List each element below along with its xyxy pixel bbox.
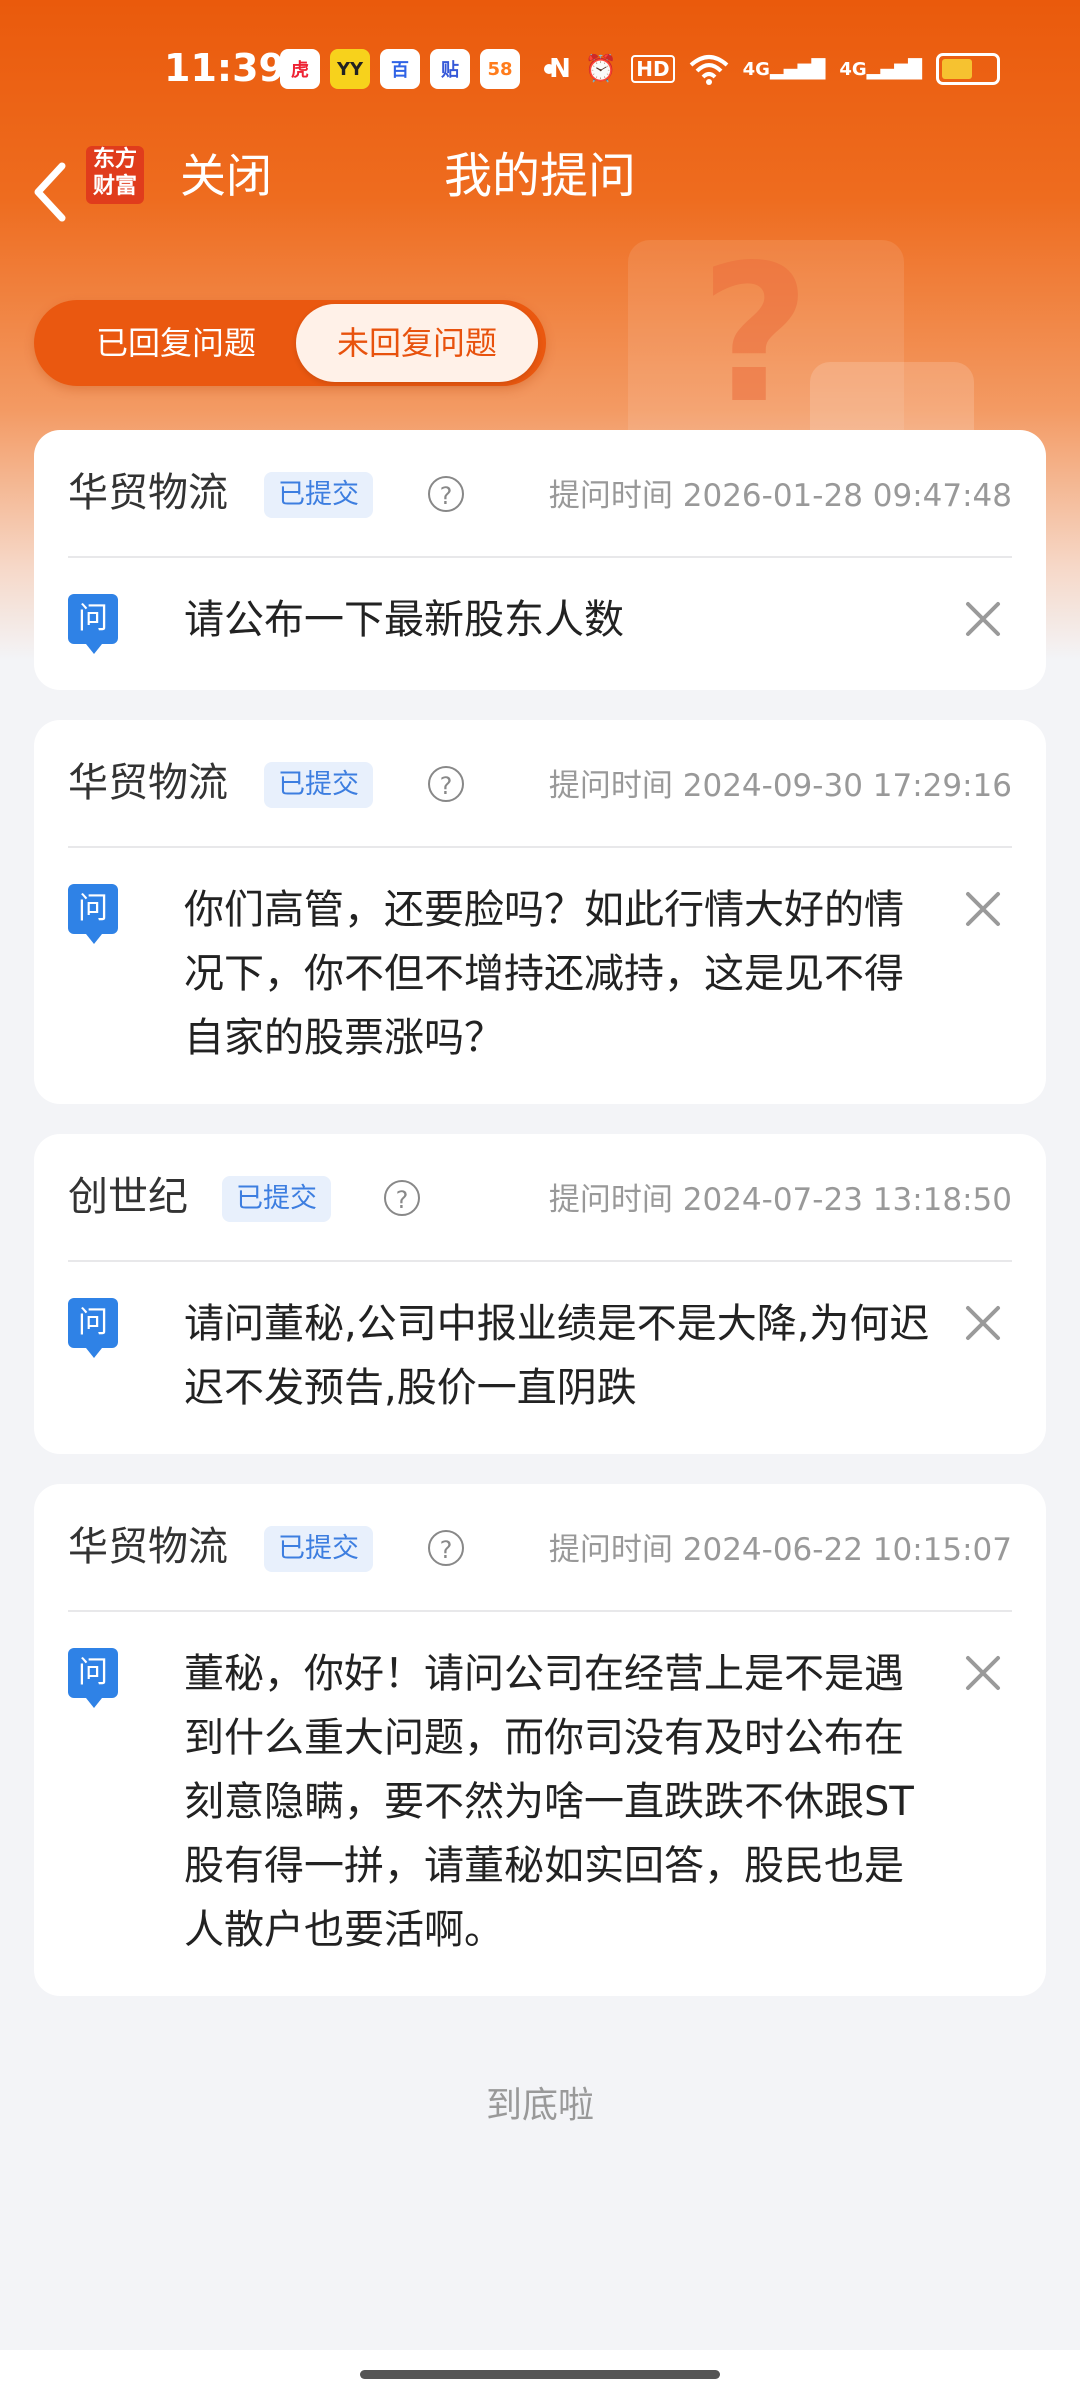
help-icon[interactable]: ? <box>428 476 464 512</box>
card-header: 华贸物流 已提交 ? 提问时间 2024-06-22 10:15:07 <box>68 1484 1012 1612</box>
home-indicator[interactable] <box>360 2370 720 2379</box>
wifi-icon <box>689 55 728 85</box>
delete-icon[interactable] <box>962 1652 1004 1694</box>
ask-time: 提问时间 2024-06-22 10:15:07 <box>548 1532 1012 1568</box>
card-body: 问 董秘，你好！请问公司在经营上是不是遇到什么重大问题，而你司没有及时公布在刻意… <box>34 1612 1046 1996</box>
yy-icon: YY <box>330 49 370 89</box>
question-text: 你们高管，还要脸吗？如此行情大好的情况下，你不但不增持还减持，这是见不得自家的股… <box>184 887 904 1061</box>
company-name: 创世纪 <box>68 1174 188 1220</box>
tieba-icon: 贴 <box>430 49 470 89</box>
notification-icons: 虎 YY 百 贴 58 <box>280 48 554 90</box>
battery-icon <box>936 53 1000 85</box>
page-title: 我的提问 <box>443 148 636 204</box>
question-list: 华贸物流 已提交 ? 提问时间 2026-01-28 09:47:48 问 请公… <box>34 430 1046 2026</box>
question-icon: 问 <box>68 1648 118 1708</box>
card-body: 问 请公布一下最新股东人数 <box>34 558 1046 690</box>
delete-icon[interactable] <box>962 1302 1004 1344</box>
question-decoration-mark: ? <box>700 224 811 445</box>
ask-time: 提问时间 2024-09-30 17:29:16 <box>548 768 1012 804</box>
company-name: 华贸物流 <box>68 470 228 516</box>
question-card[interactable]: 华贸物流 已提交 ? 提问时间 2024-06-22 10:15:07 问 董秘… <box>34 1484 1046 1996</box>
end-of-list-text: 到底啦 <box>485 2085 594 2126</box>
help-icon[interactable]: ? <box>384 1180 420 1216</box>
ask-time: 提问时间 2024-07-23 13:18:50 <box>548 1182 1012 1218</box>
help-icon[interactable]: ? <box>428 1530 464 1566</box>
status-badge: 已提交 <box>222 1176 331 1222</box>
status-time: 11:39 <box>164 46 285 90</box>
question-tabs: 已回复问题 未回复问题 <box>34 300 546 386</box>
4g-signal-icon: 4G▂▄▆█ <box>742 58 826 80</box>
card-header: 华贸物流 已提交 ? 提问时间 2024-09-30 17:29:16 <box>68 720 1012 848</box>
card-body: 问 请问董秘,公司中报业绩是不是大降,为何迟迟不发预告,股价一直阴跌 <box>34 1262 1046 1454</box>
company-name: 华贸物流 <box>68 760 228 806</box>
delete-icon[interactable] <box>962 598 1004 640</box>
delete-icon[interactable] <box>962 888 1004 930</box>
question-icon: 问 <box>68 1298 118 1358</box>
status-bar: 11:39 虎 YY 百 贴 58 N ⏰ HD 4G▂▄▆█ 4G▂▄▆█ <box>0 0 1080 140</box>
question-card[interactable]: 华贸物流 已提交 ? 提问时间 2024-09-30 17:29:16 问 你们… <box>34 720 1046 1104</box>
hupu-icon: 虎 <box>280 49 320 89</box>
card-header: 创世纪 已提交 ? 提问时间 2024-07-23 13:18:50 <box>68 1134 1012 1262</box>
tab-unanswered[interactable]: 未回复问题 <box>296 304 538 382</box>
nfc-icon: N <box>549 54 571 84</box>
card-body: 问 你们高管，还要脸吗？如此行情大好的情况下，你不但不增持还减持，这是见不得自家… <box>34 848 1046 1104</box>
question-card[interactable]: 华贸物流 已提交 ? 提问时间 2026-01-28 09:47:48 问 请公… <box>34 430 1046 690</box>
status-badge: 已提交 <box>264 472 373 518</box>
status-badge: 已提交 <box>264 762 373 808</box>
question-text: 请问董秘,公司中报业绩是不是大降,为何迟迟不发预告,股价一直阴跌 <box>184 1301 930 1411</box>
help-icon[interactable]: ? <box>428 766 464 802</box>
question-icon: 问 <box>68 594 118 654</box>
4g-signal-icon: 4G▂▄▆█ <box>839 58 922 80</box>
question-icon: 问 <box>68 884 118 944</box>
question-text: 董秘，你好！请问公司在经营上是不是遇到什么重大问题，而你司没有及时公布在刻意隐瞒… <box>184 1651 914 1953</box>
58-icon: 58 <box>480 49 520 89</box>
card-header: 华贸物流 已提交 ? 提问时间 2026-01-28 09:47:48 <box>68 430 1012 558</box>
question-text: 请公布一下最新股东人数 <box>184 597 624 643</box>
baidu-icon: 百 <box>380 49 420 89</box>
ask-time: 提问时间 2026-01-28 09:47:48 <box>548 478 1012 514</box>
company-name: 华贸物流 <box>68 1524 228 1570</box>
status-badge: 已提交 <box>264 1526 373 1572</box>
question-card[interactable]: 创世纪 已提交 ? 提问时间 2024-07-23 13:18:50 问 请问董… <box>34 1134 1046 1454</box>
system-icons: N ⏰ HD 4G▂▄▆█ 4G▂▄▆█ <box>549 48 1000 90</box>
alarm-icon: ⏰ <box>584 54 618 84</box>
hd-icon: HD <box>631 55 675 83</box>
tab-answered[interactable]: 已回复问题 <box>44 300 308 386</box>
